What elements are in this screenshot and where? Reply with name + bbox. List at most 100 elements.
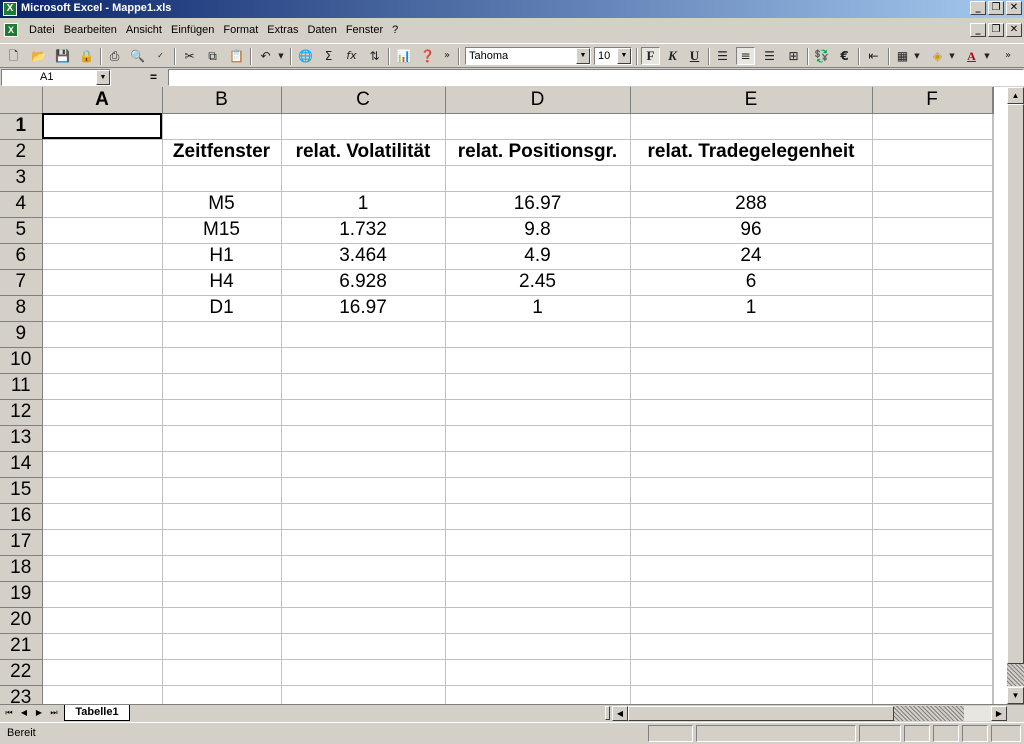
fill-color-icon[interactable]: ◈ bbox=[928, 47, 947, 65]
cell-e20[interactable] bbox=[630, 607, 873, 634]
cell-d23[interactable] bbox=[445, 685, 631, 704]
cell-e7[interactable]: 6 bbox=[630, 269, 873, 296]
workbook-icon[interactable]: X bbox=[4, 23, 18, 37]
row-header[interactable]: 5 bbox=[0, 217, 43, 244]
cell-c12[interactable] bbox=[281, 399, 446, 426]
vertical-scroll-thumb[interactable] bbox=[1007, 104, 1024, 664]
cell-a18[interactable] bbox=[42, 555, 163, 582]
cell-c6[interactable]: 3.464 bbox=[281, 243, 446, 270]
cell[interactable] bbox=[992, 685, 994, 704]
cell[interactable] bbox=[992, 295, 994, 322]
cell-a1[interactable] bbox=[42, 113, 163, 140]
row-header[interactable]: 1 bbox=[0, 113, 43, 140]
menu-item[interactable]: Ansicht bbox=[126, 24, 162, 36]
borders-dropdown-icon[interactable]: ▼ bbox=[912, 47, 922, 65]
spelling-icon[interactable]: ✓ bbox=[151, 47, 170, 65]
cell-b19[interactable] bbox=[162, 581, 282, 608]
scroll-left-icon[interactable]: ◀ bbox=[612, 706, 628, 721]
formula-equals-icon[interactable]: = bbox=[150, 70, 157, 84]
cell-f20[interactable] bbox=[872, 607, 993, 634]
cell[interactable] bbox=[992, 217, 994, 244]
cell-d16[interactable] bbox=[445, 503, 631, 530]
cell-c2[interactable]: relat. Volatilität bbox=[281, 139, 446, 166]
underline-button[interactable]: U bbox=[685, 47, 704, 65]
cell[interactable] bbox=[992, 581, 994, 608]
font-name-combo[interactable]: Tahoma ▼ bbox=[465, 47, 591, 65]
cell-a13[interactable] bbox=[42, 425, 163, 452]
cell-d9[interactable] bbox=[445, 321, 631, 348]
row-header[interactable]: 8 bbox=[0, 295, 43, 322]
excel-app-icon[interactable]: X bbox=[3, 2, 17, 16]
cell[interactable] bbox=[992, 243, 994, 270]
cell-e6[interactable]: 24 bbox=[630, 243, 873, 270]
scroll-right-icon[interactable]: ▶ bbox=[991, 706, 1007, 721]
next-sheet-icon[interactable]: ▶ bbox=[32, 706, 46, 720]
cell-a7[interactable] bbox=[42, 269, 163, 296]
cell-c8[interactable]: 16.97 bbox=[281, 295, 446, 322]
cell-a16[interactable] bbox=[42, 503, 163, 530]
cell-d5[interactable]: 9.8 bbox=[445, 217, 631, 244]
last-sheet-icon[interactable]: ⏭ bbox=[47, 706, 61, 720]
cell-d21[interactable] bbox=[445, 633, 631, 660]
cell-f13[interactable] bbox=[872, 425, 993, 452]
row-header[interactable]: 6 bbox=[0, 243, 43, 270]
cell-f3[interactable] bbox=[872, 165, 993, 192]
cell-b15[interactable] bbox=[162, 477, 282, 504]
cell-f6[interactable] bbox=[872, 243, 993, 270]
decrease-indent-icon[interactable]: ⇤ bbox=[864, 47, 883, 65]
cell-a9[interactable] bbox=[42, 321, 163, 348]
fill-color-dropdown-icon[interactable]: ▼ bbox=[947, 47, 957, 65]
print-icon[interactable]: ⎙ bbox=[105, 47, 124, 65]
paste-icon[interactable]: 📋 bbox=[227, 47, 246, 65]
cell-e16[interactable] bbox=[630, 503, 873, 530]
cell-c13[interactable] bbox=[281, 425, 446, 452]
cell-f9[interactable] bbox=[872, 321, 993, 348]
cell-e19[interactable] bbox=[630, 581, 873, 608]
row-header[interactable]: 23 bbox=[0, 685, 43, 704]
cell-f5[interactable] bbox=[872, 217, 993, 244]
menu-item[interactable]: Fenster bbox=[346, 24, 383, 36]
font-color-icon[interactable]: A bbox=[962, 47, 981, 65]
cell-d11[interactable] bbox=[445, 373, 631, 400]
cell-f14[interactable] bbox=[872, 451, 993, 478]
cell-a22[interactable] bbox=[42, 659, 163, 686]
cell-e15[interactable] bbox=[630, 477, 873, 504]
hyperlink-icon[interactable]: 🌐 bbox=[296, 47, 315, 65]
restore-button[interactable]: ❐ bbox=[988, 1, 1004, 15]
row-header[interactable]: 2 bbox=[0, 139, 43, 166]
menu-item[interactable]: ? bbox=[392, 24, 398, 36]
cell-c23[interactable] bbox=[281, 685, 446, 704]
row-header[interactable]: 16 bbox=[0, 503, 43, 530]
cell-c21[interactable] bbox=[281, 633, 446, 660]
cell-f18[interactable] bbox=[872, 555, 993, 582]
cell-f12[interactable] bbox=[872, 399, 993, 426]
cell-a11[interactable] bbox=[42, 373, 163, 400]
currency-icon[interactable]: 💱 bbox=[812, 47, 831, 65]
horizontal-scrollbar[interactable]: ◀ ▶ bbox=[612, 706, 1007, 721]
row-header[interactable]: 21 bbox=[0, 633, 43, 660]
cell-d20[interactable] bbox=[445, 607, 631, 634]
cell-f8[interactable] bbox=[872, 295, 993, 322]
cell-b18[interactable] bbox=[162, 555, 282, 582]
cell-c7[interactable]: 6.928 bbox=[281, 269, 446, 296]
row-header[interactable]: 15 bbox=[0, 477, 43, 504]
column-header-b[interactable]: B bbox=[162, 87, 282, 114]
cell-c10[interactable] bbox=[281, 347, 446, 374]
cell-d4[interactable]: 16.97 bbox=[445, 191, 631, 218]
function-icon[interactable]: fx bbox=[342, 47, 361, 65]
cell-e4[interactable]: 288 bbox=[630, 191, 873, 218]
cell-e18[interactable] bbox=[630, 555, 873, 582]
scroll-up-icon[interactable]: ▲ bbox=[1007, 87, 1024, 104]
cell-c16[interactable] bbox=[281, 503, 446, 530]
cell-c18[interactable] bbox=[281, 555, 446, 582]
cell-a21[interactable] bbox=[42, 633, 163, 660]
row-header[interactable]: 11 bbox=[0, 373, 43, 400]
column-header-g[interactable] bbox=[992, 87, 994, 114]
cell-b22[interactable] bbox=[162, 659, 282, 686]
cell-a20[interactable] bbox=[42, 607, 163, 634]
save-icon[interactable]: 💾 bbox=[53, 47, 72, 65]
cell[interactable] bbox=[992, 477, 994, 504]
italic-button[interactable]: K bbox=[663, 47, 682, 65]
cell[interactable] bbox=[992, 425, 994, 452]
cell-a10[interactable] bbox=[42, 347, 163, 374]
